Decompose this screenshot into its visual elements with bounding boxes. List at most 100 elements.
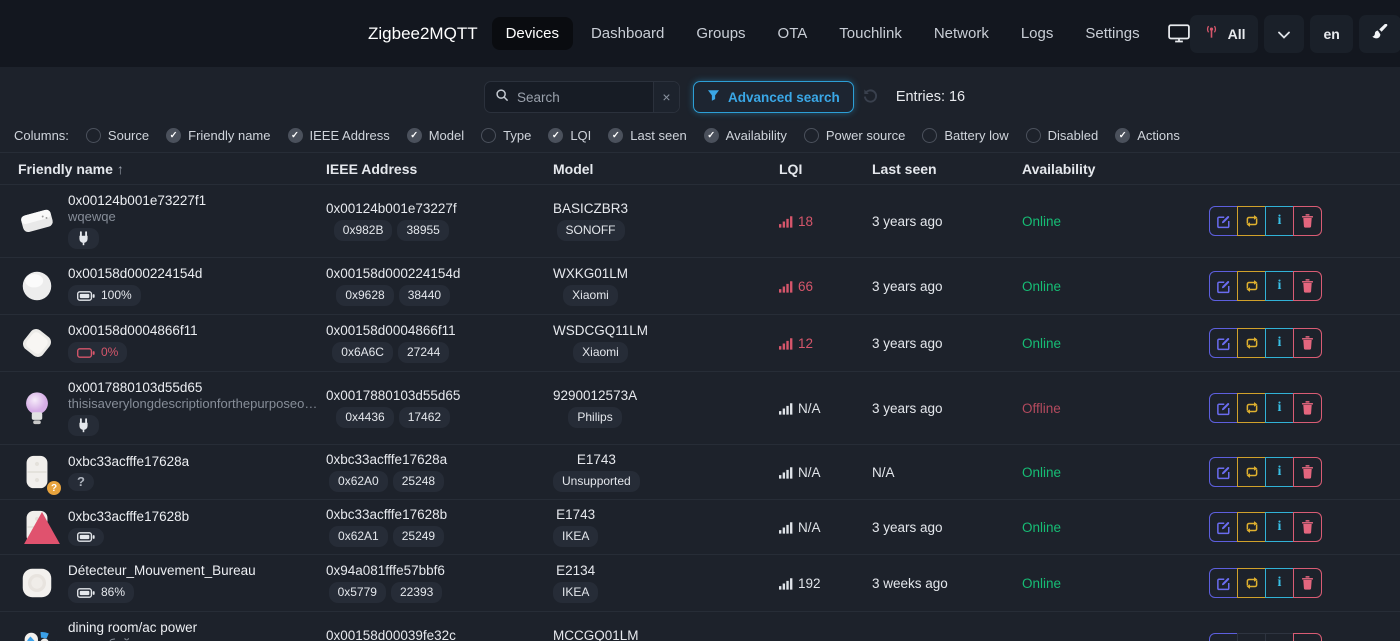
rename-device-button[interactable] — [1209, 206, 1238, 236]
battery-icon — [77, 531, 95, 543]
nav-item-touchlink[interactable]: Touchlink — [825, 17, 916, 50]
column-toggle-label: Source — [108, 128, 149, 143]
device-description: thisisaverylongdescriptionforthepurposeo… — [68, 396, 318, 411]
column-toggle-model[interactable]: Model — [407, 128, 464, 143]
column-toggle-power-source[interactable]: Power source — [804, 128, 905, 143]
nav-item-logs[interactable]: Logs — [1007, 17, 1068, 50]
device-info-button[interactable]: i — [1265, 633, 1294, 641]
last-seen-value: 3 years ago — [872, 336, 943, 351]
delete-device-button[interactable] — [1293, 457, 1322, 487]
device-friendly-name-link[interactable]: 0xbc33acfffe17628a — [68, 454, 189, 469]
availability-status: Offline — [1022, 401, 1061, 416]
column-toggle-battery-low[interactable]: Battery low — [922, 128, 1008, 143]
reconfigure-device-button[interactable] — [1237, 633, 1266, 641]
advanced-search-button[interactable]: Advanced search — [693, 81, 854, 113]
device-info-button[interactable]: i — [1265, 512, 1294, 542]
column-toggle-label: Power source — [826, 128, 905, 143]
rename-device-button[interactable] — [1209, 271, 1238, 301]
device-actions-group: i — [1209, 512, 1322, 542]
device-friendly-name-link[interactable]: dining room/ac power — [68, 620, 197, 635]
device-info-button[interactable]: i — [1265, 328, 1294, 358]
rename-device-button[interactable] — [1209, 633, 1238, 641]
device-friendly-name-link[interactable]: 0xbc33acfffe17628b — [68, 509, 189, 524]
search-clear-button[interactable]: × — [653, 82, 679, 112]
rename-device-button[interactable] — [1209, 457, 1238, 487]
nav-item-groups[interactable]: Groups — [682, 17, 759, 50]
availability-filter-button[interactable]: All — [1190, 15, 1259, 53]
reconfigure-icon — [1244, 520, 1260, 534]
nwk-dec-badge: 25249 — [393, 526, 444, 547]
availability-filter-caret[interactable] — [1264, 15, 1304, 53]
device-info-button[interactable]: i — [1265, 393, 1294, 423]
column-toggle-disabled[interactable]: Disabled — [1026, 128, 1099, 143]
reconfigure-device-button[interactable] — [1237, 393, 1266, 423]
reconfigure-device-button[interactable] — [1237, 568, 1266, 598]
column-header-friendly-name[interactable]: Friendly name↑ — [0, 161, 326, 177]
battery-icon — [77, 587, 95, 599]
motion-sensor-device-image — [18, 564, 56, 602]
rename-device-button[interactable] — [1209, 328, 1238, 358]
device-friendly-name-link[interactable]: 0x00124b001e73227f1 — [68, 193, 206, 208]
device-friendly-name-link[interactable]: 0x00158d0004866f11 — [68, 323, 198, 338]
nav-item-dashboard[interactable]: Dashboard — [577, 17, 678, 50]
column-header-lqi[interactable]: LQI — [779, 161, 872, 177]
reconfigure-device-button[interactable] — [1237, 328, 1266, 358]
nav-item-devices[interactable]: Devices — [492, 17, 573, 50]
device-info-button[interactable]: i — [1265, 568, 1294, 598]
delete-device-button[interactable] — [1293, 568, 1322, 598]
nav-item-settings[interactable]: Settings — [1071, 17, 1153, 50]
reset-filter-button[interactable] — [858, 82, 884, 112]
cell-availability: Online — [1022, 214, 1190, 229]
column-toggle-actions[interactable]: Actions — [1115, 128, 1180, 143]
info-icon: i — [1278, 335, 1282, 351]
column-toggle-type[interactable]: Type — [481, 128, 531, 143]
device-info-button[interactable]: i — [1265, 457, 1294, 487]
model-block: MCCGQ01LMXiaomi — [553, 628, 639, 641]
delete-device-button[interactable] — [1293, 393, 1322, 423]
delete-device-button[interactable] — [1293, 206, 1322, 236]
cell-last-seen: 3 weeks ago — [872, 576, 1022, 591]
delete-device-button[interactable] — [1293, 271, 1322, 301]
column-header-last-seen[interactable]: Last seen — [872, 161, 1022, 177]
column-toggle-friendly-name[interactable]: Friendly name — [166, 128, 270, 143]
column-toggle-source[interactable]: Source — [86, 128, 149, 143]
frontend-monitor-icon[interactable] — [1168, 24, 1190, 43]
theme-button[interactable] — [1359, 15, 1400, 53]
device-friendly-name-link[interactable]: 0x0017880103d55d65 — [68, 380, 318, 395]
column-header-label: Last seen — [872, 161, 937, 177]
search-input[interactable] — [517, 90, 637, 105]
column-toggle-lqi[interactable]: LQI — [548, 128, 591, 143]
delete-device-button[interactable] — [1293, 512, 1322, 542]
vendor-badge: SONOFF — [557, 220, 625, 241]
cell-actions: i — [1190, 328, 1400, 358]
reconfigure-device-button[interactable] — [1237, 206, 1266, 236]
delete-device-button[interactable] — [1293, 328, 1322, 358]
column-header-ieee-address[interactable]: IEEE Address — [326, 161, 553, 177]
reconfigure-device-button[interactable] — [1237, 457, 1266, 487]
column-header-availability[interactable]: Availability — [1022, 161, 1190, 177]
column-toggle-availability[interactable]: Availability — [704, 128, 787, 143]
rename-device-button[interactable] — [1209, 393, 1238, 423]
column-toggle-ieee-address[interactable]: IEEE Address — [288, 128, 390, 143]
lqi-value: N/A — [798, 520, 821, 535]
app-brand[interactable]: Zigbee2MQTT — [368, 24, 478, 44]
cell-ieee-address: 0xbc33acfffe17628b0x62A125249 — [326, 507, 553, 547]
reconfigure-icon — [1244, 214, 1260, 228]
nav-item-network[interactable]: Network — [920, 17, 1003, 50]
device-friendly-name-link[interactable]: 0x00158d000224154d — [68, 266, 202, 281]
nav-item-ota[interactable]: OTA — [764, 17, 822, 50]
column-toggle-last-seen[interactable]: Last seen — [608, 128, 686, 143]
reconfigure-device-button[interactable] — [1237, 512, 1266, 542]
rename-device-button[interactable] — [1209, 568, 1238, 598]
cell-last-seen: 3 years ago — [872, 336, 1022, 351]
device-info-button[interactable]: i — [1265, 206, 1294, 236]
language-button[interactable]: en — [1310, 15, 1352, 53]
column-header-model[interactable]: Model — [553, 161, 779, 177]
delete-device-button[interactable] — [1293, 633, 1322, 641]
cell-ieee-address: 0x94a081fffe57bbf60x577922393 — [326, 563, 553, 603]
reconfigure-device-button[interactable] — [1237, 271, 1266, 301]
device-friendly-name-link[interactable]: Détecteur_Mouvement_Bureau — [68, 563, 256, 578]
battery-empty-icon — [77, 347, 95, 359]
device-info-button[interactable]: i — [1265, 271, 1294, 301]
rename-device-button[interactable] — [1209, 512, 1238, 542]
